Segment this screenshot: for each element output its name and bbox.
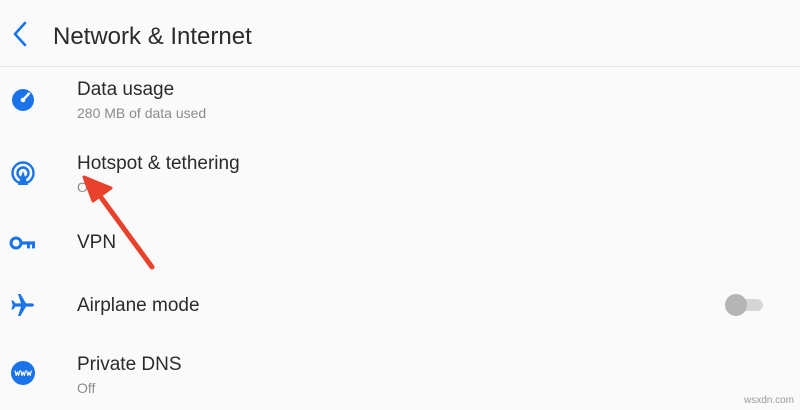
back-arrow-icon xyxy=(13,21,27,47)
setting-item-data-usage[interactable]: Data usage 280 MB of data used xyxy=(0,67,800,139)
toggle-thumb xyxy=(725,294,747,316)
setting-item-title: Airplane mode xyxy=(77,295,200,316)
setting-item-title: Data usage xyxy=(77,79,175,100)
setting-item-subtitle: Off xyxy=(77,179,96,195)
app-bar: Network & Internet xyxy=(0,0,800,67)
setting-item-airplane-mode[interactable]: Airplane mode xyxy=(0,276,800,334)
setting-item-vpn[interactable]: VPN xyxy=(0,217,800,271)
setting-item-private-dns[interactable]: Private DNS Off xyxy=(0,340,800,402)
setting-item-title: VPN xyxy=(77,232,117,253)
back-button[interactable] xyxy=(2,14,38,54)
hotspot-icon xyxy=(9,160,37,188)
setting-item-subtitle: 280 MB of data used xyxy=(77,105,207,121)
vpn-key-icon xyxy=(9,229,37,257)
airplane-icon xyxy=(9,291,37,319)
setting-item-title: Private DNS xyxy=(77,354,182,375)
setting-item-subtitle: Off xyxy=(77,380,96,396)
page-title: Network & Internet xyxy=(53,23,252,50)
data-usage-gauge-icon xyxy=(9,86,37,114)
settings-screen: Network & Internet Data usage 280 MB of … xyxy=(0,0,800,410)
setting-item-hotspot[interactable]: Hotspot & tethering Off xyxy=(0,140,800,216)
setting-item-title: Hotspot & tethering xyxy=(77,153,240,174)
watermark: wsxdn.com xyxy=(743,395,794,406)
www-icon xyxy=(9,359,37,387)
airplane-mode-toggle[interactable] xyxy=(723,291,767,319)
